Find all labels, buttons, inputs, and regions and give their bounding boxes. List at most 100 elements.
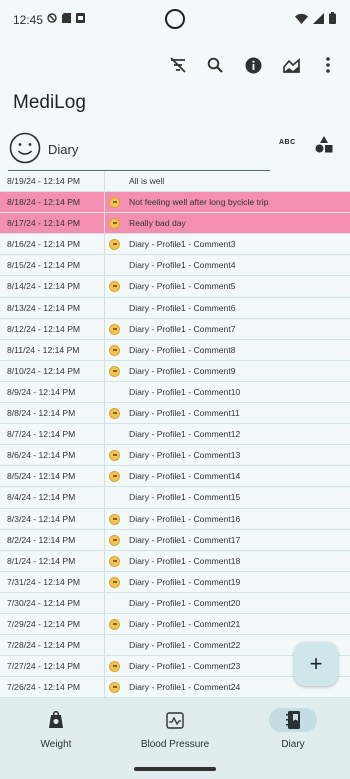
- entry-comment: Diary - Profile1 - Comment23: [129, 661, 241, 672]
- entry-comment: Diary - Profile1 - Comment11: [129, 408, 240, 419]
- list-item[interactable]: 8/11/24 - 12:14 PM Diary - Profile1 - Com…: [0, 339, 350, 361]
- sd-card-icon: [62, 13, 71, 23]
- smiley-face-icon[interactable]: [9, 132, 41, 164]
- column-divider: [104, 466, 105, 487]
- nav-item-weight[interactable]: Weight: [0, 708, 114, 750]
- column-divider: [104, 592, 105, 613]
- tab-diary-label: Diary: [48, 142, 79, 157]
- entry-date: 8/12/24 - 12:14 PM: [7, 323, 81, 334]
- entry-date: 7/26/24 - 12:14 PM: [7, 682, 81, 693]
- column-divider: [104, 424, 105, 445]
- nav-label-diary: Diary: [281, 739, 305, 750]
- column-divider: [104, 234, 105, 255]
- list-item[interactable]: 8/3/24 - 12:14 PM Diary - Profile1 - Comm…: [0, 508, 350, 530]
- column-divider: [104, 171, 105, 192]
- mood-emoji-icon: [109, 471, 120, 483]
- filter-off-button[interactable]: [166, 53, 190, 77]
- list-item[interactable]: 8/14/24 - 12:14 PM Diary - Profile1 - Com…: [0, 276, 350, 298]
- mood-emoji-icon: [109, 323, 120, 335]
- column-divider: [104, 487, 105, 508]
- nav-label-blood-pressure: Blood Pressure: [140, 739, 210, 750]
- mood-emoji-icon: [109, 513, 120, 525]
- weight-icon: [49, 711, 63, 728]
- info-button[interactable]: [241, 53, 265, 77]
- column-divider: [104, 318, 105, 339]
- entry-date: 8/16/24 - 12:14 PM: [7, 239, 81, 250]
- entry-date: 7/28/24 - 12:14 PM: [7, 640, 81, 651]
- list-item[interactable]: 8/15/24 - 12:14 PM Diary - Profile1 - Com…: [0, 255, 350, 277]
- chart-icon: [282, 57, 300, 73]
- list-item[interactable]: 8/8/24 - 12:14 PM Diary - Profile1 - Comm…: [0, 403, 350, 425]
- entry-date: 8/14/24 - 12:14 PM: [7, 281, 81, 292]
- mood-emoji-icon: [109, 555, 120, 567]
- diary-list[interactable]: 8/19/24 - 12:14 PM All is well 8/18/24 - 1…: [0, 171, 350, 698]
- column-divider: [104, 276, 105, 297]
- add-entry-fab[interactable]: +: [294, 642, 338, 686]
- entry-date: 8/4/24 - 12:14 PM: [7, 492, 76, 503]
- column-divider: [104, 297, 105, 318]
- mood-emoji-icon: [109, 450, 120, 462]
- entry-comment: Diary - Profile1 - Comment7: [129, 323, 236, 334]
- mood-emoji-icon: [109, 408, 120, 420]
- list-item[interactable]: 8/4/24 - 12:14 PM Diary - Profile1 - Comm…: [0, 487, 350, 509]
- entry-comment: Diary - Profile1 - Comment12: [129, 429, 241, 440]
- mood-emoji-icon: [109, 576, 120, 588]
- list-item[interactable]: 8/9/24 - 12:14 PM Diary - Profile1 - Comm…: [0, 381, 350, 404]
- entry-date: 8/6/24 - 12:14 PM: [7, 450, 76, 461]
- mood-emoji-icon: [109, 344, 120, 356]
- entry-comment: Not feeling well after long bycicle trip: [129, 197, 269, 208]
- entry-date: 7/31/24 - 12:14 PM: [7, 576, 81, 587]
- entry-comment: Diary - Profile1 - Comment20: [129, 597, 241, 608]
- list-item[interactable]: 8/17/24 - 12:14 PM Really bad day: [0, 213, 350, 235]
- entry-comment: Diary - Profile1 - Comment18: [129, 555, 241, 566]
- list-item[interactable]: 8/1/24 - 12:14 PM Diary - Profile1 - Comm…: [0, 550, 350, 572]
- column-divider: [104, 508, 105, 529]
- mood-emoji-icon: [109, 682, 120, 694]
- nav-icon-container-active: [269, 708, 317, 732]
- search-button[interactable]: [203, 53, 227, 77]
- list-item[interactable]: 7/29/24 - 12:14 PM Diary - Profile1 - Com…: [0, 613, 350, 636]
- column-divider: [104, 656, 105, 677]
- entry-date: 8/11/24 - 12:14 PM: [7, 344, 80, 355]
- entry-comment: Diary - Profile1 - Comment9: [129, 365, 236, 376]
- list-item[interactable]: 7/31/24 - 12:14 PM Diary - Profile1 - Com…: [0, 571, 350, 593]
- home-gesture-bar[interactable]: [134, 767, 216, 771]
- column-divider: [104, 213, 105, 234]
- entry-date: 8/1/24 - 12:14 PM: [7, 555, 76, 566]
- list-item[interactable]: 8/13/24 - 12:14 PM Diary - Profile1 - Com…: [0, 297, 350, 319]
- entry-comment: Diary - Profile1 - Comment13: [129, 450, 241, 461]
- nav-item-blood-pressure[interactable]: Blood Pressure: [117, 708, 233, 750]
- battery-icon: [329, 12, 336, 24]
- entry-comment: Diary - Profile1 - Comment21: [129, 618, 241, 629]
- list-item[interactable]: 8/7/24 - 12:14 PM Diary - Profile1 - Comm…: [0, 424, 350, 446]
- entry-date: 8/19/24 - 12:14 PM: [7, 176, 81, 186]
- entry-comment: Diary - Profile1 - Comment15: [129, 492, 241, 503]
- list-item[interactable]: 8/10/24 - 12:14 PM Diary - Profile1 - Com…: [0, 360, 350, 382]
- list-item[interactable]: 8/6/24 - 12:14 PM Diary - Profile1 - Comm…: [0, 445, 350, 467]
- entry-date: 8/10/24 - 12:14 PM: [7, 365, 81, 376]
- list-item[interactable]: 8/16/24 - 12:14 PM Diary - Profile1 - Com…: [0, 234, 350, 256]
- status-time: 12:45: [13, 13, 44, 27]
- mood-emoji-icon: [109, 534, 120, 546]
- column-divider: [104, 571, 105, 592]
- column-divider: [104, 529, 105, 550]
- shapes-icon[interactable]: [315, 136, 333, 154]
- entry-date: 8/7/24 - 12:14 PM: [7, 429, 76, 440]
- column-divider: [104, 403, 105, 424]
- list-item[interactable]: 8/18/24 - 12:14 PM Not feeling well after…: [0, 192, 350, 214]
- mood-emoji-icon: [109, 197, 120, 209]
- column-divider: [104, 445, 105, 466]
- list-item[interactable]: 8/12/24 - 12:14 PM Diary - Profile1 - Com…: [0, 318, 350, 340]
- list-item[interactable]: 8/2/24 - 12:14 PM Diary - Profile1 - Comm…: [0, 529, 350, 551]
- list-item[interactable]: 8/19/24 - 12:14 PM All is well: [0, 171, 350, 193]
- app-notification-icon: [76, 13, 85, 23]
- entry-date: 8/18/24 - 12:14 PM: [7, 197, 81, 208]
- abc-button[interactable]: ABC: [279, 139, 296, 146]
- wifi-icon: [295, 13, 308, 24]
- list-item[interactable]: 8/5/24 - 12:14 PM Diary - Profile1 - Comm…: [0, 466, 350, 488]
- list-item[interactable]: 7/30/24 - 12:14 PM Diary - Profile1 - Com…: [0, 592, 350, 614]
- chart-button[interactable]: [279, 53, 303, 77]
- nav-item-diary[interactable]: Diary: [235, 708, 350, 750]
- more-options-button[interactable]: [316, 53, 340, 77]
- diary-tab-header: Diary ABC: [0, 128, 350, 172]
